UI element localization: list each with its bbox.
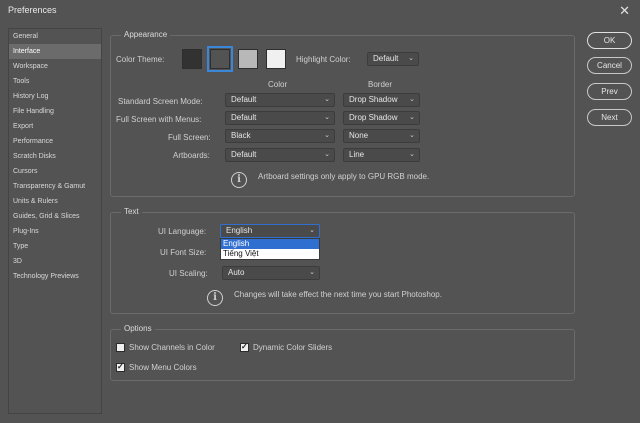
column-header-color: Color xyxy=(268,80,288,89)
standard-screen-mode-color-select[interactable]: Default ⌄ xyxy=(225,93,335,107)
close-icon[interactable]: ✕ xyxy=(619,3,630,19)
select-value: Default xyxy=(231,113,257,122)
select-value: Line xyxy=(349,150,365,159)
chevron-down-icon: ⌄ xyxy=(409,96,415,103)
info-icon: i xyxy=(231,172,247,188)
theme-swatch-medium[interactable] xyxy=(238,49,258,69)
artboard-info-text: Artboard settings only apply to GPU RGB … xyxy=(258,172,430,181)
highlight-color-value: Default xyxy=(373,54,399,63)
sidebar-item-tools[interactable]: Tools xyxy=(9,74,101,89)
cancel-button[interactable]: Cancel xyxy=(587,57,632,74)
highlight-color-select[interactable]: Default ⌄ xyxy=(367,52,419,66)
prev-button[interactable]: Prev xyxy=(587,83,632,100)
ui-language-label: UI Language: xyxy=(158,227,207,236)
sidebar-item-plug-ins[interactable]: Plug-Ins xyxy=(9,224,101,239)
sidebar-item-performance[interactable]: Performance xyxy=(9,134,101,149)
sidebar-item-units-rulers[interactable]: Units & Rulers xyxy=(9,194,101,209)
standard-screen-mode-label: Standard Screen Mode: xyxy=(118,97,203,106)
show-menu-colors-checkbox[interactable] xyxy=(116,362,125,372)
full-screen-border-select[interactable]: None ⌄ xyxy=(343,129,420,143)
dynamic-color-sliders-label: Dynamic Color Sliders xyxy=(253,343,333,352)
theme-swatch-light[interactable] xyxy=(266,49,286,69)
ui-scaling-label: UI Scaling: xyxy=(169,269,208,278)
artboards-color-select[interactable]: Default ⌄ xyxy=(225,148,335,162)
sidebar-item-export[interactable]: Export xyxy=(9,119,101,134)
select-value: Default xyxy=(231,150,257,159)
chevron-down-icon: ⌄ xyxy=(324,132,330,139)
full-screen-with-menus-border-select[interactable]: Drop Shadow ⌄ xyxy=(343,111,420,125)
sidebar-item-type[interactable]: Type xyxy=(9,239,101,254)
sidebar-item-cursors[interactable]: Cursors xyxy=(9,164,101,179)
chevron-down-icon: ⌄ xyxy=(309,269,315,276)
chevron-down-icon: ⌄ xyxy=(409,114,415,121)
options-group: Options xyxy=(110,324,575,381)
options-legend: Options xyxy=(121,324,155,333)
chevron-down-icon: ⌄ xyxy=(408,55,414,62)
ok-button[interactable]: OK xyxy=(587,32,632,49)
select-value: None xyxy=(349,131,369,140)
chevron-down-icon: ⌄ xyxy=(324,151,330,158)
sidebar-item-technology-previews[interactable]: Technology Previews xyxy=(9,269,101,284)
chevron-down-icon: ⌄ xyxy=(409,151,415,158)
sidebar-item-workspace[interactable]: Workspace xyxy=(9,59,101,74)
select-value: Default xyxy=(231,95,257,104)
full-screen-label: Full Screen: xyxy=(168,133,211,142)
sidebar-item-guides-grid-slices[interactable]: Guides, Grid & Slices xyxy=(9,209,101,224)
title-bar: Preferences ✕ xyxy=(0,0,640,22)
theme-swatch-darkest[interactable] xyxy=(182,49,202,69)
full-screen-with-menus-label: Full Screen with Menus: xyxy=(116,115,202,124)
ui-scaling-select[interactable]: Auto ⌄ xyxy=(222,266,320,280)
highlight-color-label: Highlight Color: xyxy=(296,55,351,64)
ui-font-size-label: UI Font Size: xyxy=(160,248,207,257)
language-option-vietnamese[interactable]: Tiếng Việt xyxy=(221,249,319,259)
restart-info-text: Changes will take effect the next time y… xyxy=(234,290,442,299)
window-title: Preferences xyxy=(8,5,57,15)
next-button[interactable]: Next xyxy=(587,109,632,126)
sidebar-item-3d[interactable]: 3D xyxy=(9,254,101,269)
info-icon: i xyxy=(207,290,223,306)
color-theme-label: Color Theme: xyxy=(116,55,165,64)
ui-scaling-value: Auto xyxy=(228,268,245,277)
preferences-sidebar: General Interface Workspace Tools Histor… xyxy=(8,28,102,414)
show-channels-in-color-checkbox[interactable] xyxy=(116,343,125,352)
artboards-label: Artboards: xyxy=(173,151,210,160)
sidebar-item-history-log[interactable]: History Log xyxy=(9,89,101,104)
standard-screen-mode-border-select[interactable]: Drop Shadow ⌄ xyxy=(343,93,420,107)
show-menu-colors-label: Show Menu Colors xyxy=(129,363,197,372)
text-legend: Text xyxy=(121,207,142,216)
sidebar-item-scratch-disks[interactable]: Scratch Disks xyxy=(9,149,101,164)
ui-language-value: English xyxy=(226,226,253,235)
theme-swatch-dark[interactable] xyxy=(207,46,233,72)
artboards-border-select[interactable]: Line ⌄ xyxy=(343,148,420,162)
chevron-down-icon: ⌄ xyxy=(409,132,415,139)
language-option-english[interactable]: English xyxy=(221,239,319,249)
show-channels-in-color-label: Show Channels in Color xyxy=(129,343,215,352)
chevron-down-icon: ⌄ xyxy=(324,114,330,121)
appearance-legend: Appearance xyxy=(121,30,171,39)
chevron-down-icon: ⌄ xyxy=(309,227,315,234)
select-value: Black xyxy=(231,131,251,140)
sidebar-item-transparency-gamut[interactable]: Transparency & Gamut xyxy=(9,179,101,194)
full-screen-with-menus-color-select[interactable]: Default ⌄ xyxy=(225,111,335,125)
ui-language-dropdown-list: English Tiếng Việt xyxy=(220,238,320,260)
full-screen-color-select[interactable]: Black ⌄ xyxy=(225,129,335,143)
chevron-down-icon: ⌄ xyxy=(324,96,330,103)
sidebar-item-interface[interactable]: Interface xyxy=(9,44,101,59)
ui-language-select[interactable]: English ⌄ xyxy=(220,224,320,238)
dynamic-color-sliders-checkbox[interactable] xyxy=(240,342,249,352)
column-header-border: Border xyxy=(368,80,393,89)
sidebar-item-file-handling[interactable]: File Handling xyxy=(9,104,101,119)
sidebar-item-general[interactable]: General xyxy=(9,29,101,44)
select-value: Drop Shadow xyxy=(349,95,398,104)
select-value: Drop Shadow xyxy=(349,113,398,122)
